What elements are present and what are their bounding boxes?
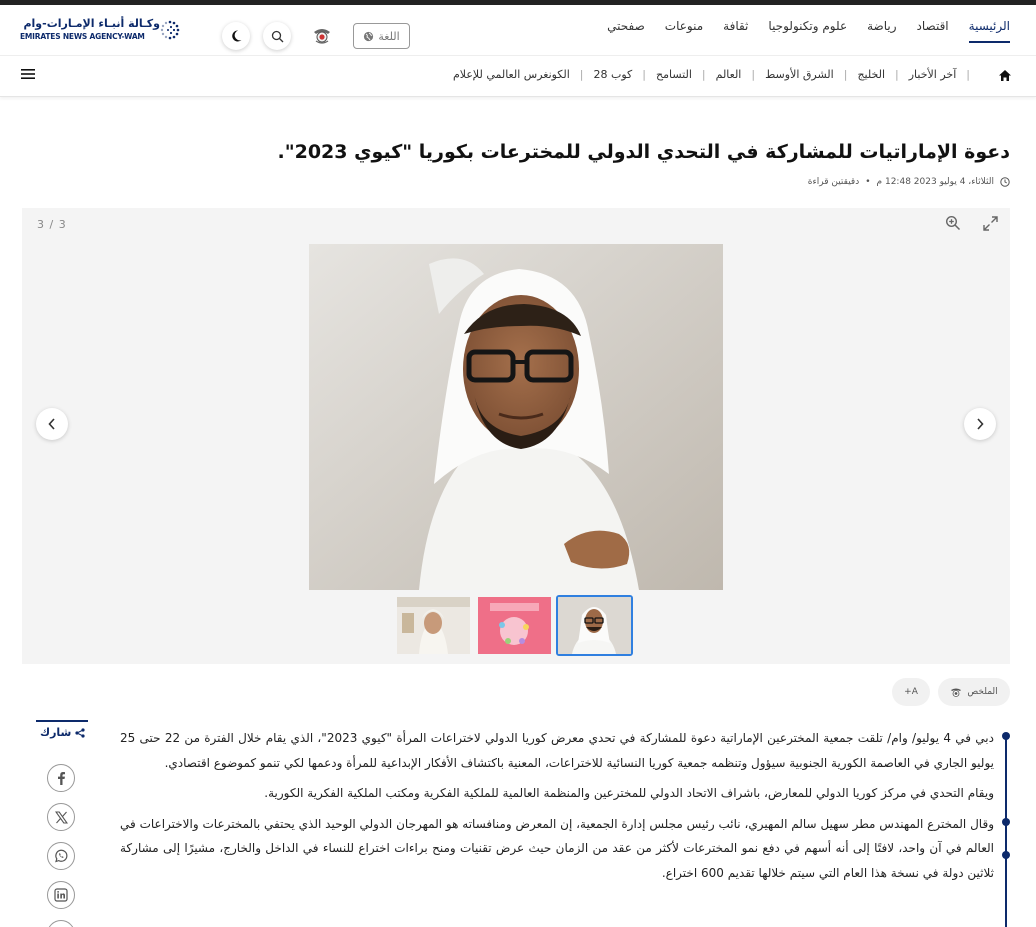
whatsapp-icon [55,849,68,863]
uae-emblem-link[interactable] [308,21,336,49]
article-title: دعوة الإماراتيات للمشاركة في التحدي الدو… [277,141,1010,163]
summary-button[interactable]: الملخص [938,678,1010,706]
share-heading: شارك [40,726,85,739]
gallery-prev-button[interactable] [36,408,68,440]
read-time: دقيقتين قراءة [807,177,860,187]
hamburger-menu-icon[interactable] [20,67,36,81]
nav-sports[interactable]: رياضة [867,19,896,33]
share-label-text: شارك [40,726,72,739]
nav-science-tech[interactable]: علوم وتكنولوجيا [768,19,847,33]
chevron-right-icon [977,418,984,430]
secondary-navigation: | آخر الأخبار | الخليج | الشرق الأوسط | … [0,55,1036,97]
nav-misc[interactable]: منوعات [665,19,703,33]
font-size-button[interactable]: A+ [892,678,930,706]
summary-label: الملخص [967,687,998,697]
gallery-next-button[interactable] [964,408,996,440]
facebook-icon [58,772,65,785]
share-icon [75,727,85,738]
gallery-thumbnail-3-active[interactable] [556,595,633,656]
timeline-dot [1002,851,1010,859]
article-paragraph-2: ويقام التحدي في مركز كوريا الدولي للمعار… [264,786,994,800]
search-icon [271,30,283,42]
timeline-dot [1002,732,1010,740]
search-button[interactable] [263,22,291,50]
subnav-world[interactable]: العالم [706,68,752,81]
nav-home[interactable]: الرئيسية [968,19,1011,43]
wam-emblem-icon [160,20,180,40]
dark-mode-toggle[interactable] [222,22,250,50]
falcon-emblem-icon [314,29,330,44]
logo-text-english: EMIRATES NEWS AGENCY-WAM [20,32,145,41]
main-navigation: الرئيسية اقتصاد رياضة علوم وتكنولوجيا ثق… [607,19,1011,43]
logo-text-arabic: وكـالة أنبـاء الإمـارات-وام [23,17,160,30]
timeline-dot [1002,818,1010,826]
article-body: دبي في 4 يوليو/ وام/ تلقت جمعية المخترعي… [120,726,994,891]
portrait-photo [309,244,723,590]
article-timeline [1005,735,1007,927]
share-linkedin-button[interactable] [47,881,75,909]
wam-logo[interactable]: وكـالة أنبـاء الإمـارات-وام EMIRATES NEW… [20,17,190,45]
subnav-media-congress[interactable]: الكونغرس العالمي للإعلام [443,68,580,81]
nav-culture[interactable]: ثقافة [723,19,748,33]
fullscreen-icon[interactable] [983,216,998,231]
gallery-thumbnail-1[interactable] [397,597,470,654]
gallery-counter: 3 / 3 [37,218,67,231]
x-icon [54,810,68,824]
chevron-left-icon [48,418,55,430]
nav-economy[interactable]: اقتصاد [917,19,949,33]
gallery-main-photo[interactable] [309,244,723,590]
home-icon[interactable] [998,69,1012,82]
nav-my-page[interactable]: صفحتي [607,19,645,33]
language-label: اللغة [378,29,400,43]
share-email-button[interactable] [47,920,75,927]
subnav-tolerance[interactable]: التسامح [646,68,702,81]
share-x-button[interactable] [47,803,75,831]
font-size-label: A+ [904,687,918,697]
site-header: وكـالة أنبـاء الإمـارات-وام EMIRATES NEW… [0,5,1036,55]
subnav-cop28[interactable]: كوب 28 [584,68,643,81]
thumbnail-woman-photo [397,597,470,654]
clock-icon [1000,177,1010,187]
subnav-latest-news[interactable]: آخر الأخبار [899,68,967,81]
share-facebook-button[interactable] [47,764,75,792]
zoom-in-icon[interactable] [945,215,961,231]
share-divider [36,720,88,722]
article-meta: الثلاثاء، 4 يوليو 2023 12:48 م • دقيقتين… [808,177,1010,187]
language-button[interactable]: اللغة [353,23,410,49]
moon-icon [232,30,242,42]
article-paragraph-3: وقال المخترع المهندس مطر سهيل سالم المهي… [120,816,994,880]
subnav-gulf[interactable]: الخليج [847,68,895,81]
subnav-middle-east[interactable]: الشرق الأوسط [755,68,844,81]
ai-emblem-icon [951,688,962,697]
article-paragraph-1: دبي في 4 يوليو/ وام/ تلقت جمعية المخترعي… [120,731,994,770]
thumbnail-man-photo [558,597,631,654]
gallery-thumbnail-2[interactable] [478,597,551,654]
share-whatsapp-button[interactable] [47,842,75,870]
image-gallery: 3 / 3 [22,208,1010,664]
subnav-list: | آخر الأخبار | الخليج | الشرق الأوسط | … [443,68,970,81]
meta-dot: • [865,177,871,187]
article-date: الثلاثاء، 4 يوليو 2023 12:48 م [876,177,994,187]
thumbnail-poster-graphic [478,597,551,654]
linkedin-icon [54,888,68,902]
globe-icon [364,31,374,41]
